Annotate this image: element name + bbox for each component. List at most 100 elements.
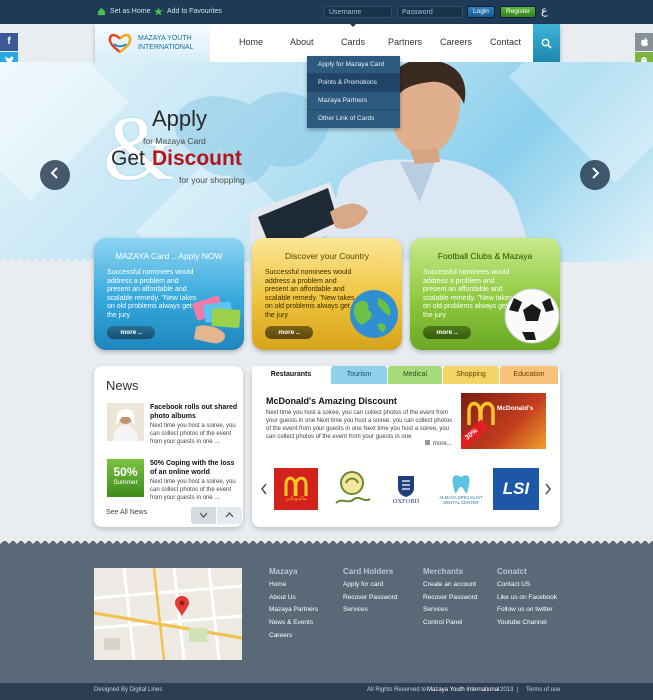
news-thumb-man[interactable] bbox=[107, 403, 144, 441]
tab-tourism[interactable]: Tourism bbox=[331, 366, 387, 384]
chevron-left-icon bbox=[50, 167, 58, 179]
language-switch[interactable]: ع bbox=[541, 4, 548, 17]
offer-more-link[interactable]: more... bbox=[425, 440, 452, 447]
location-map[interactable] bbox=[94, 568, 242, 660]
set-home-link[interactable]: Set as Home bbox=[97, 7, 150, 16]
nav-about[interactable]: About bbox=[290, 37, 314, 47]
brand-arabic-restaurant[interactable] bbox=[330, 468, 374, 510]
chevron-left-icon bbox=[260, 483, 267, 495]
nav-careers[interactable]: Careers bbox=[440, 37, 472, 47]
news-item-text: Next time you host a soiree, you can col… bbox=[150, 479, 236, 501]
feature-card-football[interactable]: Football Clubs & Mazaya Successful nomin… bbox=[410, 238, 560, 350]
dropdown-item-partners[interactable]: Mazaya Partners bbox=[307, 92, 400, 110]
brand-oxford[interactable]: OXFORD bbox=[384, 468, 428, 510]
add-favourites-link[interactable]: Add to Favourites bbox=[154, 7, 222, 16]
tab-education[interactable]: Education bbox=[500, 366, 558, 384]
footer-link[interactable]: Create an account bbox=[423, 581, 476, 588]
news-item-title[interactable]: Facebook rolls out shared photo albums bbox=[150, 403, 238, 421]
mcdonalds-promo-image[interactable]: McDonald's 30% bbox=[461, 393, 546, 449]
footer-link[interactable]: Apply for card bbox=[343, 581, 383, 588]
footer-link[interactable]: Control Panel bbox=[423, 619, 462, 626]
hero-discount-text: Discount bbox=[152, 147, 242, 170]
facebook-icon[interactable]: f bbox=[0, 33, 18, 51]
brand-mcdonalds[interactable]: ماكدونالدز bbox=[274, 468, 318, 510]
offer-text: Next time you host a soiree, you can col… bbox=[266, 410, 453, 440]
brands-prev-button[interactable] bbox=[260, 483, 268, 498]
nav-partners[interactable]: Partners bbox=[388, 37, 422, 47]
promo-label: McDonald's bbox=[497, 405, 534, 412]
rights-text: All Rights Reserved to bbox=[367, 687, 427, 693]
footer-link[interactable]: Services bbox=[343, 606, 368, 613]
brand-name: ماكدونالدز bbox=[285, 496, 307, 502]
footer-link[interactable]: About Us bbox=[269, 594, 296, 601]
see-all-news-link[interactable]: See All News bbox=[106, 509, 147, 516]
nav-contact[interactable]: Contact bbox=[490, 37, 521, 47]
home-icon bbox=[97, 7, 106, 16]
card-title: Discover your Country bbox=[284, 251, 370, 261]
slider-next-button[interactable] bbox=[580, 160, 610, 190]
footer-link[interactable]: Contact US bbox=[497, 581, 530, 588]
slider-prev-button[interactable] bbox=[40, 160, 70, 190]
logo-heart-icon bbox=[108, 33, 132, 54]
username-field[interactable]: Username bbox=[324, 6, 392, 18]
login-button[interactable]: Login bbox=[467, 6, 495, 18]
footer-link[interactable]: Follow us on twitter bbox=[497, 606, 553, 613]
card-more-button[interactable]: more .. bbox=[265, 326, 313, 339]
news-down-button[interactable] bbox=[191, 507, 216, 524]
news-up-button[interactable] bbox=[217, 507, 242, 524]
oxford-crest-icon bbox=[398, 475, 414, 497]
footer-link[interactable]: News & Events bbox=[269, 619, 313, 626]
feature-card-mazaya[interactable]: MAZAYA Card .. Apply NOW Successful nomi… bbox=[94, 238, 244, 350]
footer-col-title-contact: Conatct bbox=[497, 567, 527, 576]
card-text: Successful nominees would address a prob… bbox=[265, 269, 355, 319]
map-pin-icon bbox=[175, 596, 189, 616]
password-field[interactable]: Password bbox=[397, 6, 463, 18]
footer-link[interactable]: Like us on Facebook bbox=[497, 594, 557, 601]
tab-shopping[interactable]: Shopping bbox=[443, 366, 499, 384]
rights-brand: Mazaya Youth International bbox=[427, 687, 500, 693]
news-item-title[interactable]: 50% Coping with the loss of an online wo… bbox=[150, 459, 238, 477]
news-thumb-summer[interactable]: 50% Summer bbox=[107, 459, 144, 497]
footer-link[interactable]: Recover Password bbox=[423, 594, 478, 601]
search-icon bbox=[541, 38, 552, 49]
tab-medical[interactable]: Medical bbox=[388, 366, 442, 384]
footer-link[interactable]: Careers bbox=[269, 632, 292, 639]
footer-link[interactable]: Home bbox=[269, 581, 286, 588]
brand-lsi[interactable]: LSI bbox=[493, 468, 539, 510]
logo-line-1: MAZAYA YOUTH bbox=[138, 35, 192, 42]
apple-icon[interactable] bbox=[635, 33, 653, 51]
card-more-button[interactable]: more .. bbox=[107, 326, 155, 339]
globe-image bbox=[350, 290, 398, 338]
card-more-button[interactable]: more .. bbox=[423, 326, 471, 339]
news-heading: News bbox=[106, 378, 139, 393]
register-button[interactable]: Register bbox=[500, 6, 537, 18]
restaurant-logo bbox=[335, 471, 371, 504]
logo[interactable]: MAZAYA YOUTH INTERNATIONAL bbox=[95, 24, 210, 62]
footer-separator: | bbox=[517, 687, 519, 693]
tab-restaurants[interactable]: Restaurants bbox=[252, 366, 330, 384]
nav-cards[interactable]: Cards bbox=[341, 24, 365, 47]
footer-link[interactable]: Services bbox=[423, 606, 448, 613]
nav-home[interactable]: Home bbox=[239, 37, 263, 47]
tooth-icon bbox=[452, 475, 470, 494]
footer-link[interactable]: Recover Password bbox=[343, 594, 398, 601]
square-bullet-icon bbox=[425, 440, 430, 445]
dropdown-item-points[interactable]: Points & Promotions bbox=[307, 74, 400, 92]
promo-discount-badge: 30% bbox=[461, 419, 489, 449]
terms-link[interactable]: Terms of use bbox=[526, 687, 560, 693]
hero-get-text: Get bbox=[111, 147, 145, 170]
dropdown-item-other[interactable]: Other Link of Cards bbox=[307, 110, 400, 128]
star-icon bbox=[154, 7, 163, 16]
designed-by-credit[interactable]: Designed By Digital Lines bbox=[94, 687, 162, 693]
footer-col-title-card-holders: Card Holders bbox=[343, 567, 394, 576]
dropdown-item-apply[interactable]: Apply for Mazaya Card bbox=[307, 56, 400, 74]
top-bar: Set as Home Add to Favourites Username P… bbox=[0, 0, 653, 24]
footer-link[interactable]: Youtube Channel bbox=[497, 619, 547, 626]
footer-link[interactable]: Mazaya Partners bbox=[269, 606, 318, 613]
feature-card-discover[interactable]: Discover your Country Successful nominee… bbox=[252, 238, 402, 350]
summer-badge-percent: 50% bbox=[113, 465, 138, 479]
search-button[interactable] bbox=[533, 24, 560, 62]
brands-next-button[interactable] bbox=[544, 483, 552, 498]
brand-almasa[interactable]: ALMASA SPECIALIST DENTAL CENTER bbox=[433, 468, 489, 510]
news-item-text: Next time you host a soiree, you can col… bbox=[150, 423, 236, 445]
